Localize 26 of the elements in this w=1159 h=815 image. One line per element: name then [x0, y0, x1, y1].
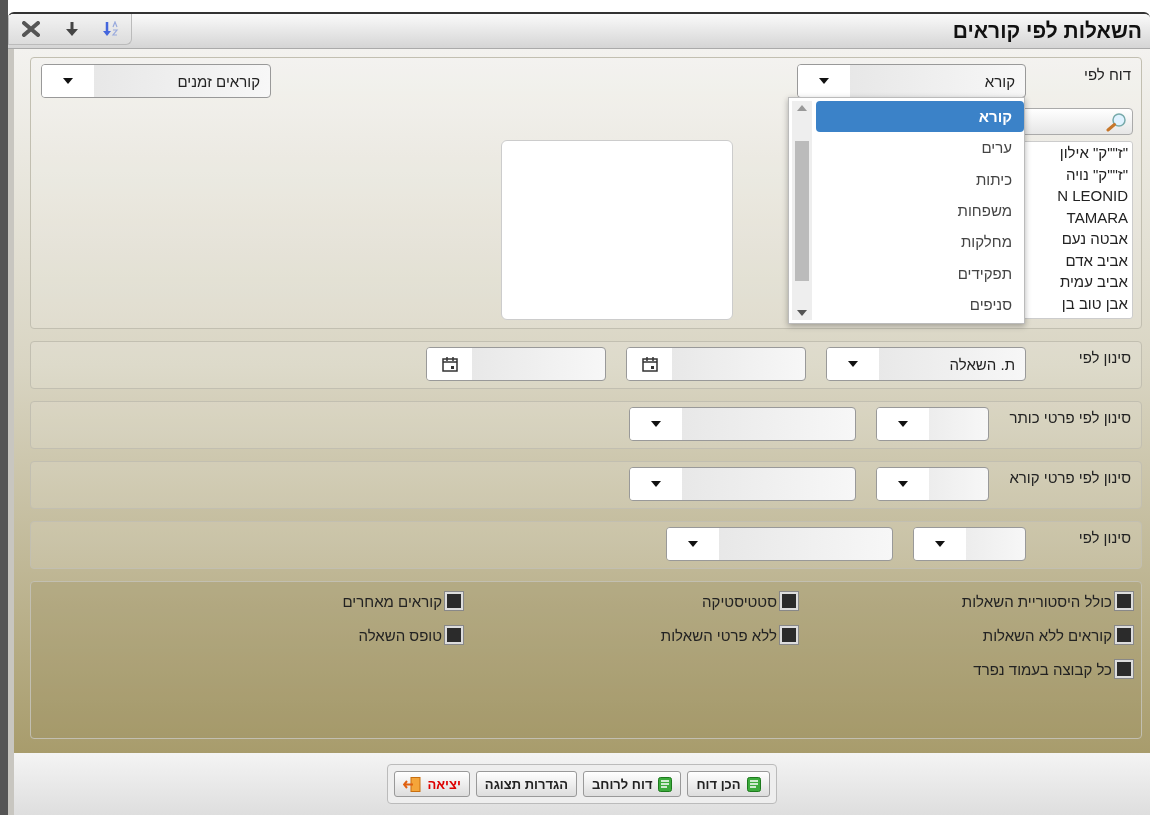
- action-button[interactable]: דוח לרוחב: [583, 771, 682, 797]
- checkbox-label: כולל היסטוריית השאלות: [961, 592, 1112, 610]
- action-button[interactable]: הכן דוח: [687, 771, 770, 797]
- filter-label: סינון לפי פרטי קורא: [1009, 468, 1131, 486]
- menu-option[interactable]: ערים: [816, 132, 1024, 164]
- field-label: דוח לפי: [1083, 65, 1131, 83]
- filter-label: סינון לפי: [1077, 348, 1131, 366]
- dropdown[interactable]: קוראים זמנים: [41, 64, 271, 98]
- checkbox-label: טופס השאלה: [358, 626, 442, 644]
- checkbox-label: קוראים ללא השאלות: [982, 626, 1112, 644]
- checkbox-label: ללא פרטי השאלות: [660, 626, 777, 644]
- filter-label: סינון לפי פרטי כותר: [1009, 408, 1131, 426]
- menu-option[interactable]: קורא: [816, 101, 1024, 133]
- menu-option[interactable]: משפחות: [816, 194, 1024, 227]
- checkbox-label: סטטיסטיקה: [702, 592, 777, 610]
- filter-label: סינון לפי: [1077, 528, 1131, 546]
- dropdown[interactable]: ת. השאלה: [826, 347, 1026, 381]
- menu-option[interactable]: כיתות: [816, 163, 1024, 195]
- action-button[interactable]: יציאה: [394, 771, 470, 797]
- menu-option[interactable]: סניפים: [816, 288, 1024, 320]
- checkbox-label: קוראים מאחרים: [342, 592, 442, 610]
- menu-option[interactable]: תפקידים: [816, 257, 1024, 289]
- menu-option[interactable]: מחלקות: [816, 226, 1024, 258]
- checkbox-label: כל קבוצה בעמוד נפרד: [973, 660, 1112, 678]
- window-title: השאלות לפי קוראים: [952, 19, 1142, 43]
- action-button[interactable]: הגדרות תצוגה: [475, 771, 577, 797]
